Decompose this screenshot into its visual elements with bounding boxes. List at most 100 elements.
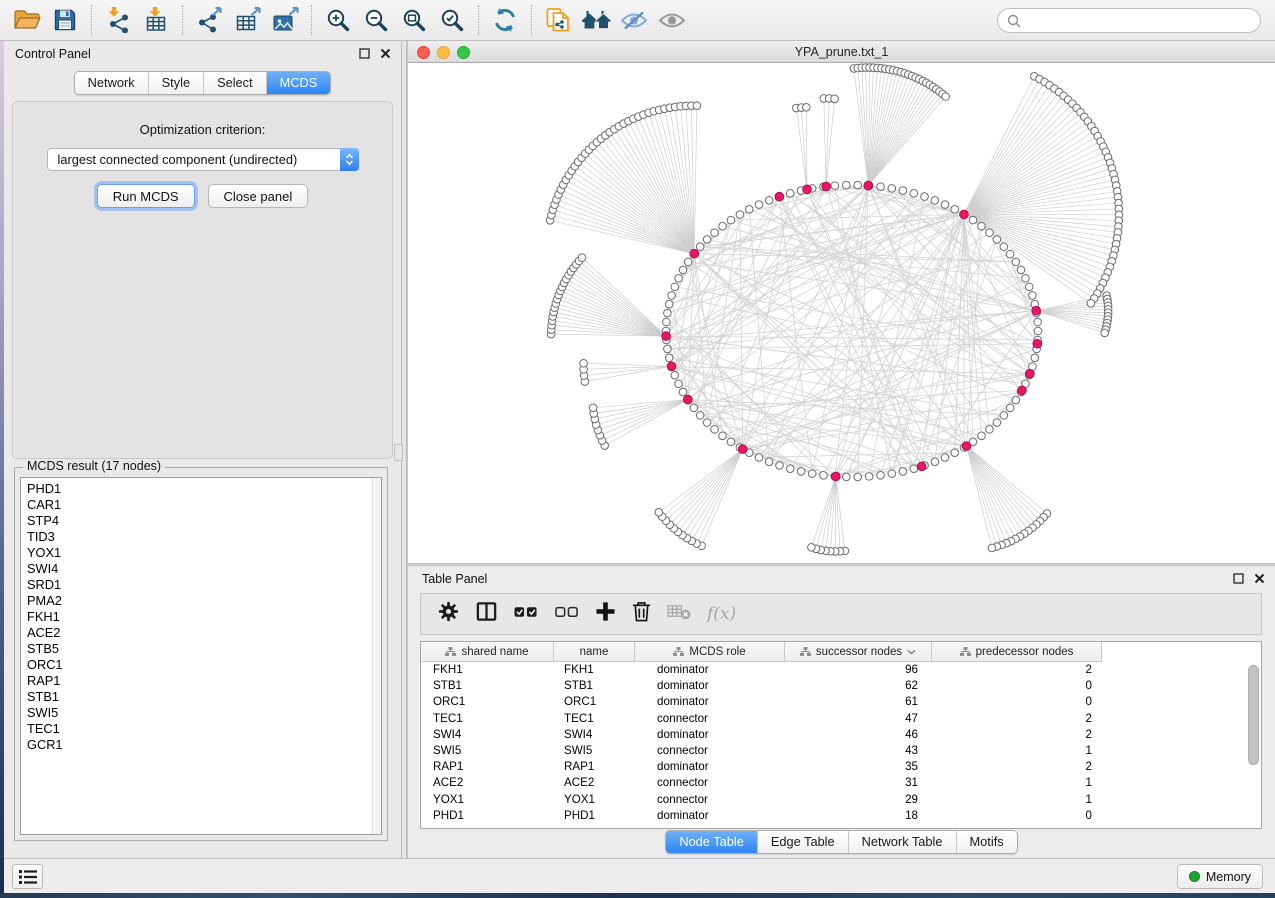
memory-label: Memory <box>1206 870 1251 884</box>
cell-name: PHD1 <box>554 808 635 824</box>
column-header-mcds-role[interactable]: MCDS role <box>635 642 785 662</box>
tab-mcds[interactable]: MCDS <box>266 72 331 94</box>
cell-shared-name: YOX1 <box>421 792 554 808</box>
table-row[interactable]: TEC1TEC1connector472 <box>421 711 1261 727</box>
cell-shared-name: ORC1 <box>421 694 554 710</box>
close-panel-button[interactable]: Close panel <box>208 184 309 208</box>
mcds-result-item[interactable]: ACE2 <box>21 625 381 641</box>
cell-successor-nodes: 43 <box>785 743 932 759</box>
desktop-wallpaper-bottom <box>0 893 1275 898</box>
cell-successor-nodes: 47 <box>785 711 932 727</box>
mcds-result-item[interactable]: RAP1 <box>21 673 381 689</box>
zoom-out-icon[interactable] <box>357 3 395 37</box>
mcds-result-item[interactable]: GCR1 <box>21 737 381 753</box>
toolbar-separator <box>91 5 92 35</box>
toolbar-separator <box>182 5 183 35</box>
close-panel-icon[interactable] <box>1254 573 1265 584</box>
mcds-result-item[interactable]: ORC1 <box>21 657 381 673</box>
mcds-result-item[interactable]: TID3 <box>21 529 381 545</box>
table-row[interactable]: STB1STB1dominator620 <box>421 678 1261 694</box>
duplicate-network-icon[interactable] <box>539 3 577 37</box>
zoom-selected-icon[interactable] <box>433 3 471 37</box>
network-canvas[interactable] <box>408 63 1275 563</box>
cell-shared-name: SWI4 <box>421 727 554 743</box>
search-field[interactable] <box>997 8 1261 33</box>
mcds-result-item[interactable]: PMA2 <box>21 593 381 609</box>
float-panel-icon[interactable] <box>1233 573 1244 584</box>
table-row[interactable]: ACE2ACE2connector311 <box>421 775 1261 791</box>
cell-successor-nodes: 61 <box>785 694 932 710</box>
tab-style[interactable]: Style <box>148 72 203 94</box>
mcds-result-item[interactable]: FKH1 <box>21 609 381 625</box>
table-row[interactable]: YOX1YOX1connector291 <box>421 792 1261 808</box>
mcds-result-item[interactable]: SRD1 <box>21 577 381 593</box>
table-row[interactable]: RAP1RAP1dominator352 <box>421 759 1261 775</box>
tab-select[interactable]: Select <box>203 72 266 94</box>
table-row[interactable]: PHD1PHD1dominator180 <box>421 808 1261 824</box>
select-all-columns-icon[interactable] <box>513 600 539 628</box>
tab-node-table[interactable]: Node Table <box>666 831 757 853</box>
export-image-icon[interactable] <box>266 3 304 37</box>
table-row[interactable]: FKH1FKH1dominator962 <box>421 662 1261 678</box>
import-network-icon[interactable] <box>99 3 137 37</box>
optimization-select[interactable]: largest connected component (undirected) <box>47 148 359 171</box>
mcds-result-item[interactable]: STB1 <box>21 689 381 705</box>
column-header-predecessor-nodes[interactable]: predecessor nodes <box>932 642 1102 662</box>
table-row[interactable]: SWI5SWI5connector431 <box>421 743 1261 759</box>
cell-predecessor-nodes: 0 <box>932 678 1102 694</box>
refresh-view-icon[interactable] <box>486 3 524 37</box>
network-window-title: YPA_prune.txt_1 <box>408 41 1275 63</box>
mcds-result-item[interactable]: SWI5 <box>21 705 381 721</box>
cell-name: ACE2 <box>554 775 635 791</box>
sort-indicator-icon[interactable] <box>907 649 916 655</box>
open-file-icon[interactable] <box>8 3 46 37</box>
table-row[interactable]: ORC1ORC1dominator610 <box>421 694 1261 710</box>
tab-network[interactable]: Network <box>75 72 148 94</box>
tab-motifs[interactable]: Motifs <box>956 831 1017 853</box>
table-scrollbar[interactable] <box>1248 665 1259 765</box>
close-panel-icon[interactable] <box>380 48 391 59</box>
mcds-result-item[interactable]: TEC1 <box>21 721 381 737</box>
column-header-name[interactable]: name <box>554 642 635 662</box>
float-panel-icon[interactable] <box>359 48 370 59</box>
mcds-result-item[interactable]: YOX1 <box>21 545 381 561</box>
cell-shared-name: TEC1 <box>421 711 554 727</box>
mcds-result-item[interactable]: STB5 <box>21 641 381 657</box>
column-header-successor-nodes[interactable]: successor nodes <box>785 642 932 662</box>
mcds-result-item[interactable]: SWI4 <box>21 561 381 577</box>
settings-gear-icon[interactable] <box>437 600 460 628</box>
cell-shared-name: STB1 <box>421 678 554 694</box>
control-panel-title: Control Panel <box>4 41 401 67</box>
table-row[interactable]: SWI4SWI4dominator462 <box>421 727 1261 743</box>
select-stepper-icon[interactable] <box>340 148 359 171</box>
mcds-result-item[interactable]: STP4 <box>21 513 381 529</box>
column-header-shared-name[interactable]: shared name <box>421 642 554 662</box>
zoom-in-icon[interactable] <box>319 3 357 37</box>
search-input[interactable] <box>1026 10 1252 31</box>
run-mcds-button[interactable]: Run MCDS <box>97 184 195 208</box>
cell-shared-name: ACE2 <box>421 775 554 791</box>
mcds-list-scrollbar[interactable] <box>372 478 381 834</box>
export-network-icon[interactable] <box>190 3 228 37</box>
hide-selected-icon[interactable] <box>615 3 653 37</box>
import-table-icon[interactable] <box>137 3 175 37</box>
first-neighbors-icon[interactable] <box>577 3 615 37</box>
memory-button[interactable]: Memory <box>1177 864 1263 889</box>
split-panel-icon[interactable] <box>475 600 498 628</box>
save-session-icon[interactable] <box>46 3 84 37</box>
add-column-icon[interactable] <box>595 601 616 627</box>
zoom-fit-icon[interactable] <box>395 3 433 37</box>
vertical-splitter-handle[interactable] <box>394 444 403 461</box>
mcds-result-item[interactable]: CAR1 <box>21 497 381 513</box>
delete-columns-icon[interactable] <box>631 600 652 628</box>
export-table-icon[interactable] <box>228 3 266 37</box>
cell-mcds-role: dominator <box>635 662 785 678</box>
tab-network-table[interactable]: Network Table <box>848 831 956 853</box>
mcds-result-item[interactable]: PHD1 <box>21 481 381 497</box>
tab-edge-table[interactable]: Edge Table <box>757 831 848 853</box>
mcds-result-list[interactable]: PHD1CAR1STP4TID3YOX1SWI4SRD1PMA2FKH1ACE2… <box>20 477 382 835</box>
mcds-result-groupbox: MCDS result (17 nodes) PHD1CAR1STP4TID3Y… <box>14 467 388 841</box>
deselect-all-columns-icon[interactable] <box>554 600 580 628</box>
task-history-button[interactable] <box>12 864 43 889</box>
show-all-icon[interactable] <box>653 3 691 37</box>
